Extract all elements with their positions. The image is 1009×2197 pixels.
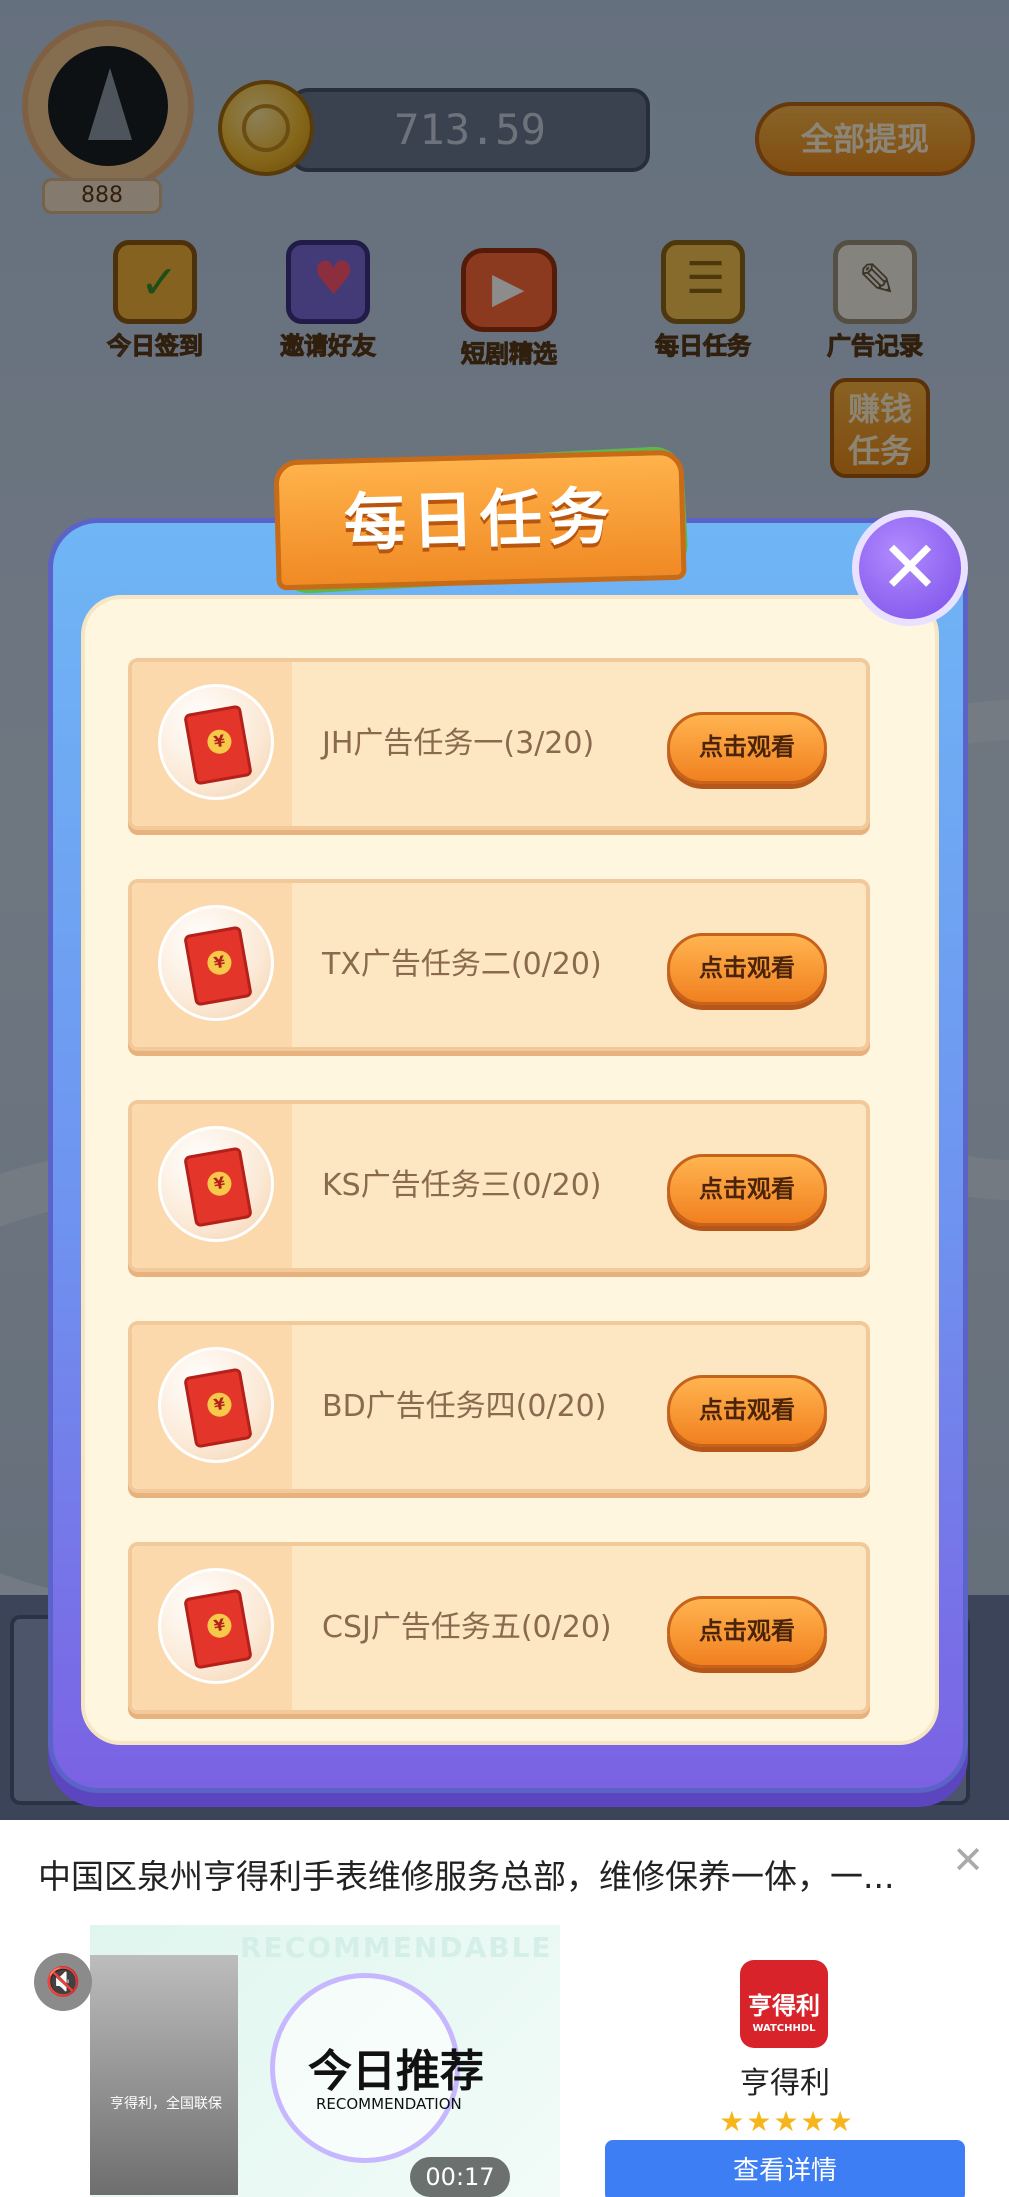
red-envelope-icon: ¥ [158, 1126, 274, 1242]
task-label: BD广告任务四(0/20) [322, 1389, 607, 1424]
brand-logo-sub: WATCHHDL [752, 2023, 816, 2034]
red-envelope-icon: ¥ [158, 1568, 274, 1684]
rating-stars: ★★★★★ [719, 2105, 855, 2138]
video-caption: 亨得利，全国联保 [110, 2096, 222, 2112]
watch-button[interactable]: 点击观看 [667, 1154, 827, 1226]
ad-banner[interactable]: 中国区泉州亨得利手表维修服务总部，维修保养一体，一... ✕ 亨得利，全国联保 … [0, 1820, 1009, 2197]
task-label: JH广告任务一(3/20) [322, 726, 595, 761]
video-subline: RECOMMENDATION [316, 2095, 462, 2113]
mute-icon[interactable]: 🔇 [34, 1953, 92, 2011]
video-watermark: RECOMMENDABLE [240, 1931, 553, 1964]
task-row: ¥ TX广告任务二(0/20) 点击观看 [128, 879, 870, 1051]
ad-title[interactable]: 中国区泉州亨得利手表维修服务总部，维修保养一体，一... [38, 1850, 968, 1898]
ad-video[interactable]: 亨得利，全国联保 RECOMMENDABLE 今日推荐 RECOMMENDATI… [90, 1925, 560, 2197]
task-label: KS广告任务三(0/20) [322, 1168, 602, 1203]
video-headline: 今日推荐 [308, 2046, 484, 2097]
brand-name: 亨得利 [740, 2066, 830, 2101]
red-envelope-icon: ¥ [158, 684, 274, 800]
watch-button[interactable]: 点击观看 [667, 712, 827, 784]
task-label: TX广告任务二(0/20) [322, 947, 602, 982]
brand-logo-text: 亨得利 [748, 1992, 820, 2020]
task-row: ¥ KS广告任务三(0/20) 点击观看 [128, 1100, 870, 1272]
video-timer: 00:17 [410, 2157, 510, 2197]
watch-button[interactable]: 点击观看 [667, 1375, 827, 1447]
task-row: ¥ JH广告任务一(3/20) 点击观看 [128, 658, 870, 830]
close-button[interactable]: ✕ [852, 510, 968, 626]
red-envelope-icon: ¥ [158, 1347, 274, 1463]
red-envelope-icon: ¥ [158, 905, 274, 1021]
ad-close-icon[interactable]: ✕ [948, 1840, 988, 1880]
task-row: ¥ BD广告任务四(0/20) 点击观看 [128, 1321, 870, 1493]
watch-button[interactable]: 点击观看 [667, 933, 827, 1005]
view-details-button[interactable]: 查看详情 [605, 2140, 965, 2197]
brand-logo[interactable]: 亨得利 WATCHHDL [740, 1960, 828, 2048]
task-label: CSJ广告任务五(0/20) [322, 1610, 612, 1645]
close-icon: ✕ [879, 525, 941, 609]
task-row: ¥ CSJ广告任务五(0/20) 点击观看 [128, 1542, 870, 1714]
watch-photo [90, 1955, 238, 2195]
modal-title: 每日任务 [273, 449, 687, 591]
watch-button[interactable]: 点击观看 [667, 1596, 827, 1668]
